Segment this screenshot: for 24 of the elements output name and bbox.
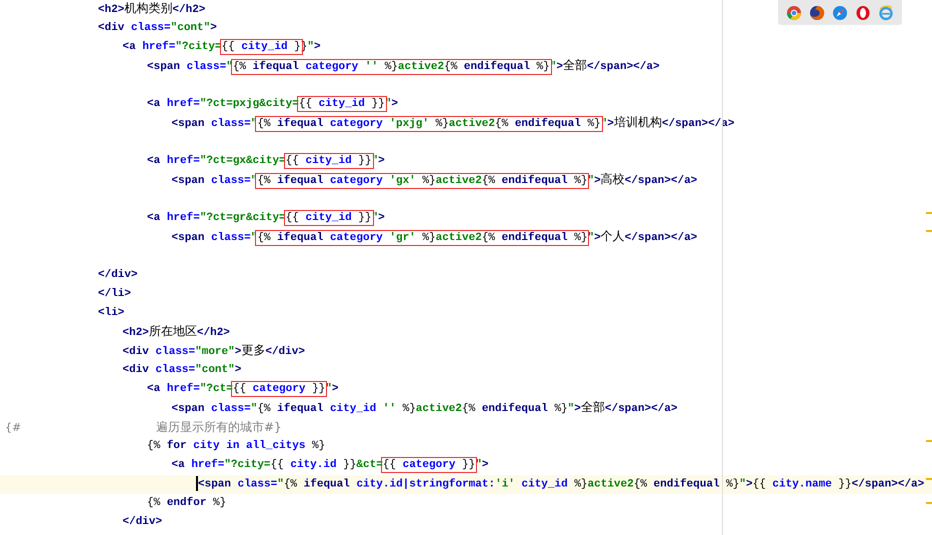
compass-icon[interactable] xyxy=(832,4,848,20)
scroll-marker xyxy=(926,440,932,442)
code-line: <span class="{% ifequal city_id '' %}active2{% endifequal %}">全部</span></a> xyxy=(172,400,678,417)
browser-icon[interactable] xyxy=(855,4,872,20)
scroll-marker xyxy=(926,478,932,480)
scroll-marker xyxy=(926,212,932,214)
code-line: </li> xyxy=(98,287,132,302)
scroll-marker xyxy=(926,230,932,232)
code-line: <h2>机构类别</h2> xyxy=(98,1,206,18)
code-line: {% endfor %} xyxy=(147,496,226,511)
code-line: <li> xyxy=(98,306,124,321)
code-line: <span class="{% ifequal city.id|stringformat:'i' city_id %}active2{% endifequal %}">{{ city.name }}</span></a> xyxy=(196,476,924,493)
browser-icon[interactable] xyxy=(786,4,802,20)
code-comment: 遍历显示所有的城市#} xyxy=(156,419,282,436)
browser-icon[interactable] xyxy=(808,4,825,20)
code-line: </div> xyxy=(122,515,162,530)
code-line: {% for city in all_citys %} xyxy=(147,439,326,454)
comment-marker: {# xyxy=(5,421,22,434)
code-line: <div class="cont"> xyxy=(122,363,242,378)
code-line: </div> xyxy=(98,268,138,283)
code-line: <h2>所在地区</h2> xyxy=(122,324,230,341)
scroll-marker xyxy=(926,502,932,504)
code-line: <div class="cont"> xyxy=(98,21,217,36)
code-line: <div class="more">更多</div> xyxy=(122,343,305,360)
